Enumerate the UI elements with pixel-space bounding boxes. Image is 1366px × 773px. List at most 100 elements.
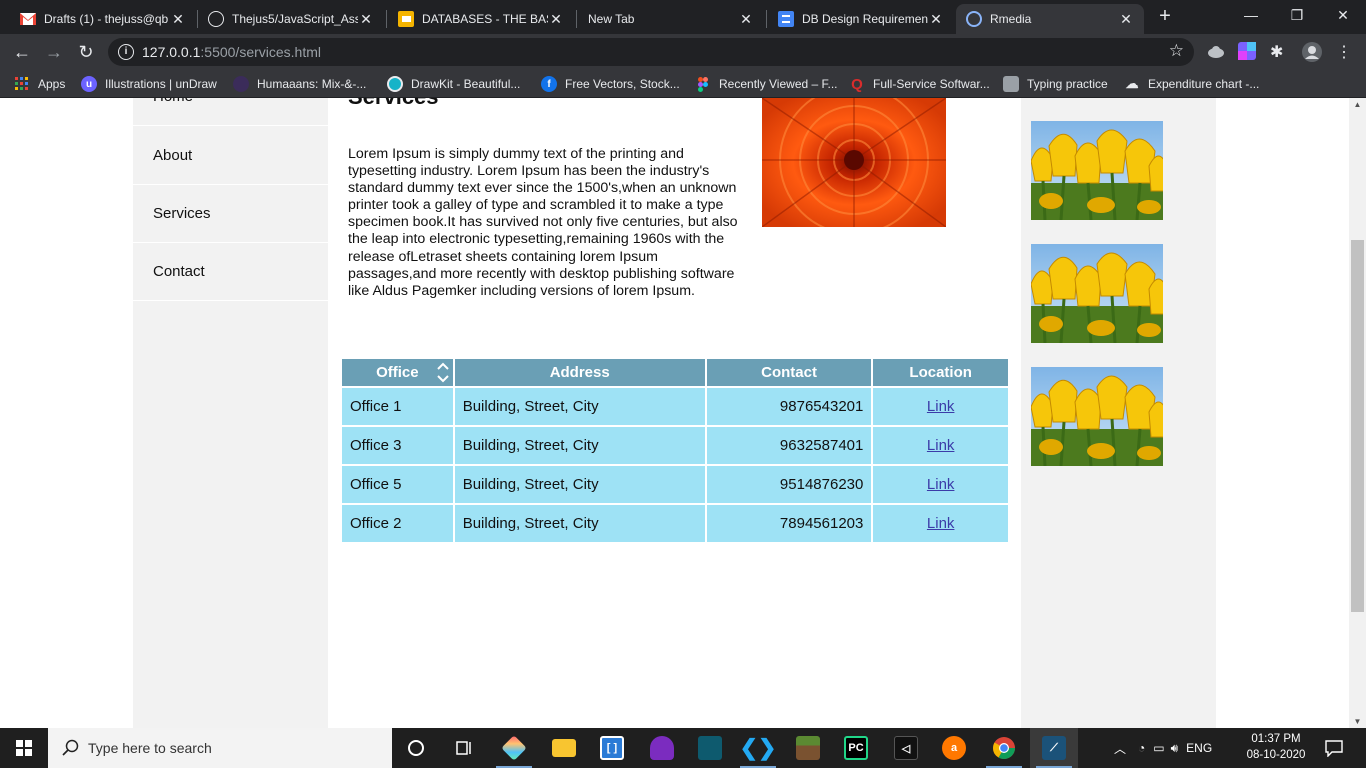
cell-contact: 9876543201 [706,388,872,425]
tab-title: Rmedia [990,12,1032,26]
figma-icon [695,76,711,92]
close-icon[interactable]: ✕ [358,11,374,28]
bookmark-label: Typing practice [1027,77,1108,91]
network-icon[interactable]: ◔ [1138,741,1145,755]
taskbar-app-headphones[interactable] [638,728,686,768]
nav-about[interactable]: About [133,127,328,185]
back-button[interactable]: ← [10,40,34,64]
bookmark-figma[interactable]: Recently Viewed – F... [695,75,838,93]
bookmark-full-service[interactable]: Q Full-Service Softwar... [849,75,990,93]
avast-icon: a [942,736,966,760]
bookmark-apps[interactable]: Apps [14,75,65,93]
task-view-button[interactable] [440,728,488,768]
windows-taskbar: Type here to search [ ] ❮❯ PC ◁ a ⟋ ︿ ◔ … [0,728,1366,768]
notifications-button[interactable] [1310,728,1358,768]
bookmark-label: Illustrations | unDraw [105,77,217,91]
close-icon[interactable]: ✕ [170,11,186,28]
restore-button[interactable]: ❐ [1274,0,1320,34]
sort-icon[interactable] [436,360,450,385]
tab-new-tab[interactable]: New Tab ✕ [578,4,764,34]
language-indicator[interactable]: ENG [1186,741,1212,755]
tab-github[interactable]: Thejus5/JavaScript_Assi ✕ [198,4,384,34]
location-link[interactable]: Link [927,398,955,415]
url-text: 127.0.0.1:5500/services.html [142,44,321,60]
col-office[interactable]: Office [342,359,453,386]
window-close-button[interactable]: ✕ [1320,0,1366,34]
tab-gmail-drafts[interactable]: Drafts (1) - thejuss@qb ✕ [10,4,196,34]
bookmark-star-icon[interactable]: ☆ [1169,41,1184,61]
page-scrollbar[interactable]: ▲ ▼ [1349,98,1366,728]
minimize-button[interactable]: — [1228,0,1274,34]
mysql-workbench-icon: ⟋ [1042,736,1066,760]
address-bar[interactable]: i 127.0.0.1:5500/services.html ☆ [108,38,1194,66]
clock-time: 01:37 PM [1251,733,1301,745]
right-sidebar [1021,98,1216,728]
close-icon[interactable]: ✕ [548,11,564,28]
docs-icon [778,11,794,27]
cell-office: Office 1 [342,388,453,425]
taskbar-app-minecraft[interactable] [784,728,832,768]
taskbar-app-avast[interactable]: a [930,728,978,768]
site-info-icon[interactable]: i [118,44,134,60]
tab-db-design[interactable]: DB Design Requiremen ✕ [768,4,954,34]
taskbar-app-teal[interactable] [686,728,734,768]
new-tab-button[interactable]: + [1154,6,1176,28]
browser-toolbar: ← → ↻ i 127.0.0.1:5500/services.html ☆ ✱… [0,34,1366,70]
bookmark-undraw[interactable]: u Illustrations | unDraw [81,75,217,93]
cortana-icon [408,740,424,756]
scroll-up-icon[interactable]: ▲ [1349,100,1366,109]
extension-gradient-icon[interactable] [1238,42,1258,62]
close-icon[interactable]: ✕ [738,11,754,28]
extensions-puzzle-icon[interactable]: ✱ [1270,42,1290,62]
table-row: Office 2 Building, Street, City 78945612… [342,505,1008,542]
taskbar-clock[interactable]: 01:37 PM 08-10-2020 [1236,731,1316,763]
bookmark-expenditure-chart[interactable]: ☁ Expenditure chart -... [1124,75,1260,93]
bookmark-label: Humaaans: Mix-&-... [257,77,367,91]
cortana-button[interactable] [392,728,440,768]
bookmark-typing-practice[interactable]: Typing practice [1003,75,1108,93]
close-icon[interactable]: ✕ [928,11,944,28]
profile-avatar[interactable] [1302,42,1322,62]
taskbar-app-blue-square[interactable]: [ ] [588,728,636,768]
q-icon: Q [851,75,863,93]
taskbar-app-pycharm[interactable]: PC [832,728,880,768]
taskbar-app-chrome[interactable] [980,728,1028,768]
taskbar-app-mysql[interactable]: ⟋ [1030,728,1078,768]
volume-icon[interactable]: 🔊︎ [1171,741,1179,756]
bookmark-label: Free Vectors, Stock... [565,77,680,91]
windows-logo-icon [16,740,32,756]
scroll-down-icon[interactable]: ▼ [1349,717,1366,726]
chevron-up-icon[interactable]: ︿ [1114,740,1126,757]
location-link[interactable]: Link [927,515,955,532]
nav-contact[interactable]: Contact [133,243,328,301]
nav-home[interactable]: Home [133,98,328,126]
bookmark-freepik[interactable]: f Free Vectors, Stock... [541,75,680,93]
extension-cloud-icon[interactable] [1206,42,1226,62]
tab-rmedia[interactable]: Rmedia ✕ [956,4,1144,34]
battery-icon[interactable]: ▭ [1153,741,1164,755]
taskbar-app-unity[interactable]: ◁ [882,728,930,768]
cell-office: Office 5 [342,466,453,503]
table-row: Office 1 Building, Street, City 98765432… [342,388,1008,425]
cell-address: Building, Street, City [454,466,705,503]
location-link[interactable]: Link [927,476,955,493]
taskbar-app-gitkraken[interactable] [490,728,538,768]
menu-kebab-icon[interactable]: ⋮ [1334,42,1354,62]
bookmark-drawkit[interactable]: DrawKit - Beautiful... [387,75,520,93]
taskbar-app-file-explorer[interactable] [540,728,588,768]
keyboard-icon [1003,76,1019,92]
book-app-icon [698,736,722,760]
windows-start-button[interactable] [0,728,48,768]
nav-services[interactable]: Services [133,185,328,243]
taskbar-app-vscode[interactable]: ❮❯ [734,728,782,768]
location-link[interactable]: Link [927,437,955,454]
taskbar-search-box[interactable]: Type here to search [48,728,392,768]
notification-icon [1325,740,1343,757]
bookmark-humaaans[interactable]: Humaaans: Mix-&-... [233,75,366,93]
close-icon[interactable]: ✕ [1118,11,1134,28]
scroll-thumb[interactable] [1351,240,1364,612]
tab-databases[interactable]: DATABASES - THE BASI ✕ [388,4,574,34]
reload-button[interactable]: ↻ [74,40,98,64]
unity-icon: ◁ [894,736,918,760]
forward-button[interactable]: → [42,40,66,64]
